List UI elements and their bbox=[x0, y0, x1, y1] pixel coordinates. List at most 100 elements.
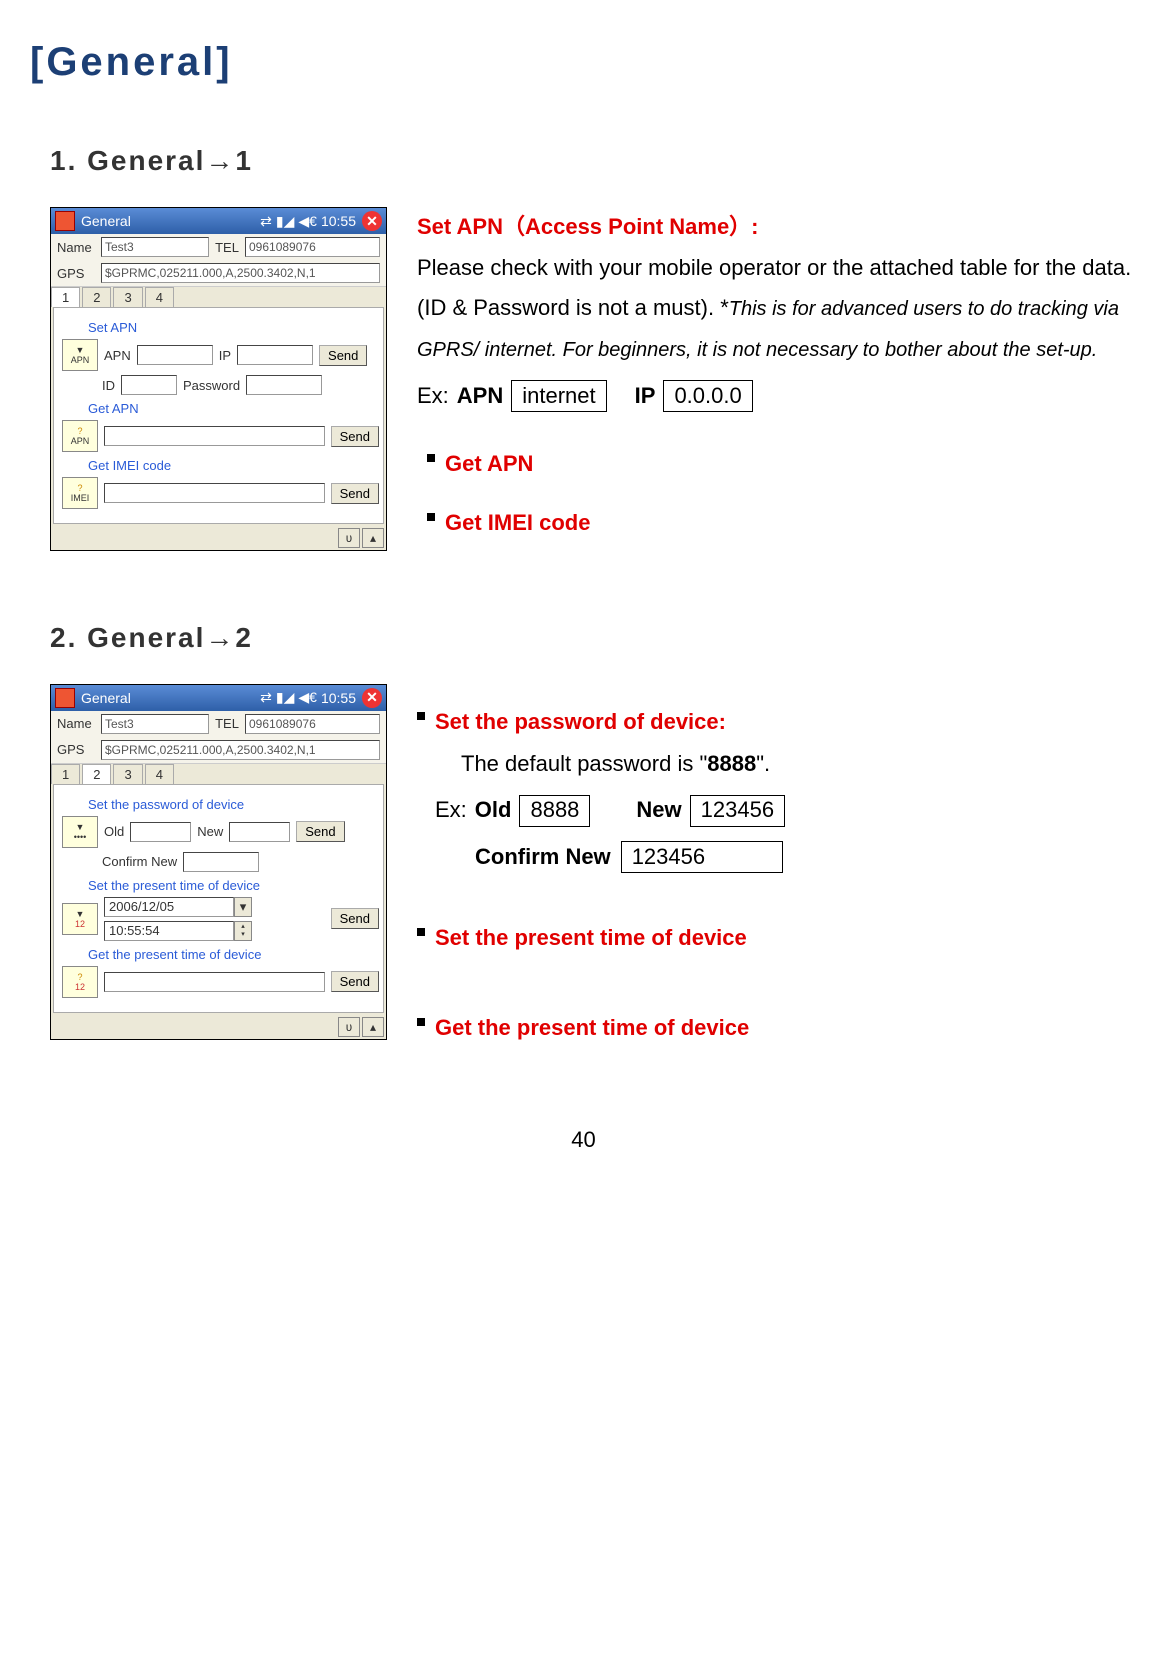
start-icon bbox=[55, 211, 75, 231]
new-value-box: 123456 bbox=[690, 795, 785, 827]
close-icon[interactable]: ✕ bbox=[362, 211, 382, 231]
new-pw-label: New bbox=[197, 824, 223, 839]
confirm-new-label: Confirm New bbox=[475, 837, 611, 878]
password-input[interactable] bbox=[246, 375, 322, 395]
section-1-description: Set APN（Access Point Name）: Please check… bbox=[417, 207, 1137, 562]
tab-1[interactable]: 1 bbox=[51, 287, 80, 307]
get-apn-send-button[interactable]: Send bbox=[331, 426, 379, 447]
bullet-set-password: Set the password of device: The default … bbox=[417, 702, 1137, 878]
clock: 10:55 bbox=[321, 690, 356, 706]
get-imei-send-button[interactable]: Send bbox=[331, 483, 379, 504]
get-apn-output bbox=[104, 426, 325, 446]
password-icon: ▼•••• bbox=[62, 816, 98, 848]
get-apn-text: Get APN bbox=[445, 444, 533, 485]
sip-icon[interactable]: ʋ bbox=[338, 528, 360, 548]
section-2-heading: 2. General→2 bbox=[50, 622, 1137, 654]
connectivity-icon: ⇄ bbox=[260, 213, 272, 230]
tel-field[interactable]: 0961089076 bbox=[245, 237, 380, 257]
tab-3[interactable]: 3 bbox=[113, 287, 142, 307]
tab-1[interactable]: 1 bbox=[51, 764, 80, 784]
old-pw-input[interactable] bbox=[130, 822, 191, 842]
bullet-get-imei: Get IMEI code bbox=[427, 503, 1137, 544]
id-field-label: ID bbox=[102, 378, 115, 393]
ex-prefix: Ex: bbox=[435, 790, 467, 831]
apn-example-line: Ex: APN internet IP 0.0.0.0 bbox=[417, 376, 1137, 417]
section-1-heading: 1. General→1 bbox=[50, 145, 1137, 177]
page-title: [General] bbox=[30, 40, 1137, 85]
date-input[interactable]: 2006/12/05 bbox=[104, 897, 234, 917]
apn-example-value: internet bbox=[511, 380, 606, 412]
sip-icon[interactable]: ʋ bbox=[338, 1017, 360, 1037]
get-time-output bbox=[104, 972, 325, 992]
ex-prefix: Ex: bbox=[417, 376, 449, 417]
titlebar: General ⇄ ▮◢ ◀€ 10:55 ✕ bbox=[51, 685, 386, 711]
tab-2[interactable]: 2 bbox=[82, 764, 111, 784]
ip-field-label: IP bbox=[219, 348, 231, 363]
bullet-icon bbox=[417, 712, 425, 720]
clock: 10:55 bbox=[321, 213, 356, 229]
titlebar: General ⇄ ▮◢ ◀€ 10:55 ✕ bbox=[51, 208, 386, 234]
start-icon bbox=[55, 688, 75, 708]
password-field-label: Password bbox=[183, 378, 240, 393]
signal-icon: ▮◢ bbox=[276, 689, 294, 706]
signal-icon: ▮◢ bbox=[276, 213, 294, 230]
bullet-icon bbox=[427, 513, 435, 521]
apn-field-label: APN bbox=[104, 348, 131, 363]
apn-input[interactable] bbox=[137, 345, 213, 365]
close-icon[interactable]: ✕ bbox=[362, 688, 382, 708]
tab-2[interactable]: 2 bbox=[82, 287, 111, 307]
sip-up-icon[interactable]: ▴ bbox=[362, 528, 384, 548]
ip-input[interactable] bbox=[237, 345, 313, 365]
confirm-new-input[interactable] bbox=[183, 852, 259, 872]
set-pw-send-button[interactable]: Send bbox=[296, 821, 344, 842]
get-apn-group: Get APN bbox=[88, 401, 379, 416]
get-imei-output bbox=[104, 483, 325, 503]
set-password-heading: Set the password of device: bbox=[435, 709, 726, 734]
set-time-heading: Set the present time of device bbox=[435, 918, 747, 959]
tab-panel-1: Set APN ▼APN APN IP Send ID Password Get… bbox=[53, 307, 384, 524]
tab-4[interactable]: 4 bbox=[145, 287, 174, 307]
tab-strip: 1 2 3 4 bbox=[51, 286, 386, 307]
spinner-icon[interactable]: ▴▾ bbox=[234, 921, 252, 941]
new-pw-input[interactable] bbox=[229, 822, 290, 842]
ip-label: IP bbox=[635, 376, 656, 417]
apn-label: APN bbox=[457, 376, 503, 417]
gps-label: GPS bbox=[57, 266, 97, 281]
tab-4[interactable]: 4 bbox=[145, 764, 174, 784]
set-time-send-button[interactable]: Send bbox=[331, 908, 379, 929]
set-apn-heading: Set APN（Access Point Name）: bbox=[417, 214, 759, 239]
get-imei-text: Get IMEI code bbox=[445, 503, 590, 544]
set-apn-group: Set APN bbox=[88, 320, 379, 335]
window-title: General bbox=[81, 213, 260, 229]
note-asterisk: * bbox=[720, 295, 729, 320]
section-2-description: Set the password of device: The default … bbox=[417, 684, 1137, 1067]
bullet-get-time: Get the present time of device bbox=[417, 1008, 1137, 1049]
screenshot-1: General ⇄ ▮◢ ◀€ 10:55 ✕ Name Test3 TEL 0… bbox=[50, 207, 387, 551]
tel-field[interactable]: 0961089076 bbox=[245, 714, 380, 734]
apn-pin-icon: ▼APN bbox=[62, 339, 98, 371]
connectivity-icon: ⇄ bbox=[260, 689, 272, 706]
sip-up-icon[interactable]: ▴ bbox=[362, 1017, 384, 1037]
name-label: Name bbox=[57, 716, 97, 731]
set-time-group: Set the present time of device bbox=[88, 878, 379, 893]
gps-field: $GPRMC,025211.000,A,2500.3402,N,1 bbox=[101, 740, 380, 760]
time-input[interactable]: 10:55:54 bbox=[104, 921, 234, 941]
volume-icon: ◀€ bbox=[298, 213, 317, 230]
name-field[interactable]: Test3 bbox=[101, 714, 209, 734]
old-value-box: 8888 bbox=[519, 795, 590, 827]
get-time-send-button[interactable]: Send bbox=[331, 971, 379, 992]
apn-query-icon: ?APN bbox=[62, 420, 98, 452]
tab-panel-2: Set the password of device ▼•••• Old New… bbox=[53, 784, 384, 1013]
get-time-heading: Get the present time of device bbox=[435, 1008, 749, 1049]
set-apn-send-button[interactable]: Send bbox=[319, 345, 367, 366]
tel-label: TEL bbox=[213, 240, 241, 255]
dropdown-icon[interactable]: ▾ bbox=[234, 897, 252, 917]
name-field[interactable]: Test3 bbox=[101, 237, 209, 257]
old-label: Old bbox=[475, 790, 512, 831]
id-input[interactable] bbox=[121, 375, 177, 395]
screenshot-2: General ⇄ ▮◢ ◀€ 10:55 ✕ Name Test3 TEL 0… bbox=[50, 684, 387, 1040]
bullet-icon bbox=[417, 1018, 425, 1026]
default-pw-text-pre: The default password is " bbox=[461, 751, 707, 776]
tel-label: TEL bbox=[213, 716, 241, 731]
tab-3[interactable]: 3 bbox=[113, 764, 142, 784]
